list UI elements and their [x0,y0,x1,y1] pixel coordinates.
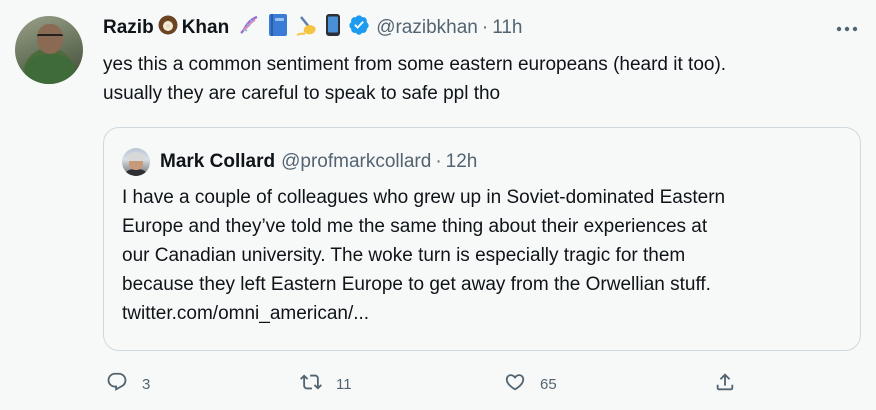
like-count: 65 [540,375,557,393]
retweet-button[interactable]: 11 [300,370,352,398]
tweet-text: yes this a common sentiment from some ea… [103,50,863,108]
tweet[interactable]: Razib Khan @razibkhan · 11h yes this a c… [0,0,876,410]
author-name-last[interactable]: Khan [182,17,230,39]
reply-icon [106,371,128,397]
more-button[interactable] [832,16,862,40]
retweet-icon [300,371,322,397]
author-avatar[interactable] [15,16,83,84]
book-icon [267,13,289,43]
tweet-text-line: usually they are careful to speak to saf… [103,83,501,104]
tweet-timestamp[interactable]: 11h [492,17,522,39]
tweet-header: Razib Khan @razibkhan · 11h [103,13,522,43]
tweet-text-line: yes this a common sentiment from some ea… [103,54,727,75]
quoted-author-name: Mark Collard [160,151,276,172]
quoted-text-link[interactable]: twitter.com/omni_american/... [122,299,844,328]
coconut-icon [157,14,179,42]
quoted-text-line: I have a couple of colleagues who grew u… [122,187,726,208]
writing-hand-icon [295,13,319,43]
author-handle[interactable]: @razibkhan [376,17,478,39]
quoted-tweet-text: I have a couple of colleagues who grew u… [122,183,844,328]
dna-icon [237,13,261,43]
share-button[interactable] [714,370,736,398]
quoted-author-handle: @profmarkcollard [281,151,432,172]
like-button[interactable]: 65 [504,370,557,398]
quoted-text-line: Europe and they’ve told me the same thin… [122,216,708,237]
quoted-author-avatar [122,148,150,176]
retweet-count: 11 [336,375,352,393]
separator-dot: · [481,17,489,38]
quoted-tweet-timestamp: 12h [445,151,478,172]
reply-button[interactable]: 3 [106,370,150,398]
author-name-first[interactable]: Razib [103,17,154,39]
verified-badge-icon [348,14,370,42]
quoted-tweet[interactable]: Mark Collard @profmarkcollard · 12h I ha… [103,127,861,351]
heart-icon [504,371,526,397]
share-icon [714,371,736,397]
tweet-actions: 3 11 65 [103,370,863,398]
mobile-phone-icon [325,13,341,43]
quoted-text-line: because they left Eastern Europe to get … [122,274,711,295]
more-dots-icon [836,19,858,37]
separator-dot: · [435,151,442,172]
reply-count: 3 [142,375,151,393]
quoted-tweet-header: Mark Collard @profmarkcollard · 12h [160,149,477,175]
quoted-text-line: our Canadian university. The woke turn i… [122,245,686,266]
